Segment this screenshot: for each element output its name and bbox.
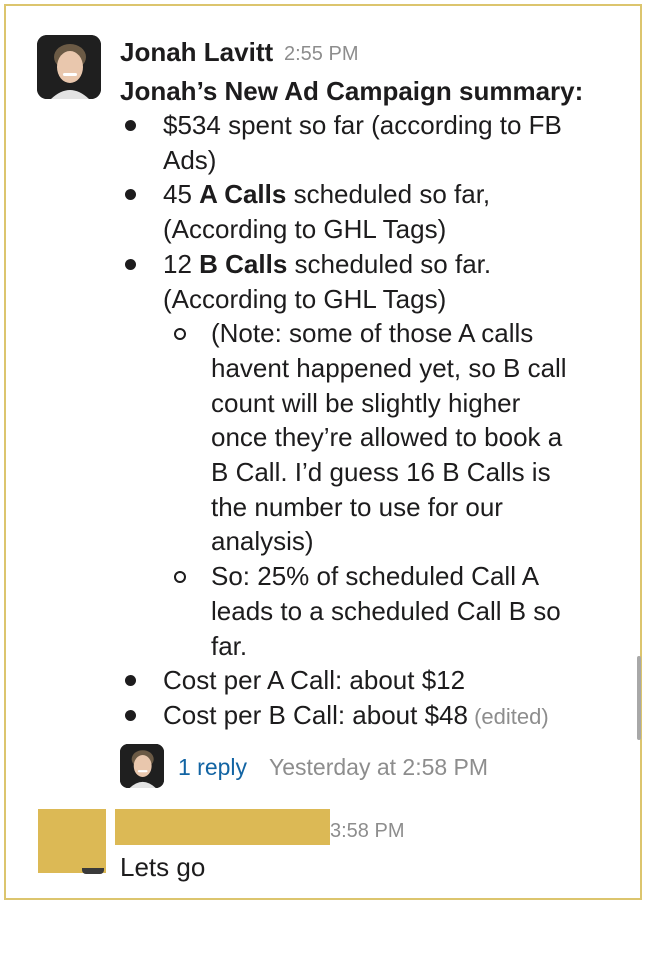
message-line: 12 B Calls scheduled so far. — [163, 247, 491, 282]
bullet-dot — [125, 189, 136, 201]
sub-bullet-line: B Call. I’d guess 16 B Calls is — [211, 457, 551, 487]
avatar-edge — [82, 868, 104, 874]
person-photo-icon — [120, 744, 164, 788]
sub-bullet-line: analysis) — [211, 526, 314, 557]
message-timestamp[interactable]: 2:55 PM — [284, 40, 358, 68]
message-title: Jonah’s New Ad Campaign summary: — [120, 76, 584, 106]
text-segment: scheduled so far. — [287, 248, 492, 279]
sub-bullet-line: (Note: some of those A calls — [211, 318, 534, 349]
text-segment: $534 spent so far (according to FB — [163, 110, 562, 140]
sub-bullet-line: havent happened yet, so B call — [211, 352, 567, 383]
message-line: Cost per A Call: about $12 — [163, 663, 465, 698]
text-segment: Cost per A Call: about $12 — [163, 665, 466, 696]
sub-bullet-line: count will be slightly higher — [211, 387, 521, 418]
text-segment: (According to GHL Tags) — [163, 214, 447, 245]
second-message-timestamp[interactable]: 3:58 PM — [330, 817, 404, 845]
edited-label: (edited) — [467, 703, 549, 729]
message-line: Cost per B Call: about $48 (edited) — [163, 698, 549, 735]
bold-text: B Calls — [199, 248, 288, 279]
sender-avatar[interactable] — [37, 35, 101, 99]
person-photo-icon — [37, 35, 101, 99]
redacted-sender-name — [115, 809, 330, 845]
thread-last-reply-time: Yesterday at 2:58 PM — [269, 754, 489, 780]
redacted-avatar — [38, 809, 106, 873]
message-line: 45 A Calls scheduled so far, — [163, 177, 490, 212]
text-segment: (According to GHL Tags) — [163, 283, 447, 314]
bold-text: A Calls — [199, 179, 287, 210]
text-segment: Cost per B Call: about $48 — [163, 699, 468, 730]
bullet-dot — [125, 120, 136, 131]
text-segment: 45 — [163, 179, 200, 210]
sub-bullet-line: So: 25% of scheduled Call A — [211, 561, 540, 592]
text-segment: 12 — [163, 248, 200, 279]
sub-bullet-circle — [174, 328, 186, 341]
sub-bullet-circle — [174, 571, 186, 584]
scrollbar[interactable] — [637, 656, 641, 740]
message-line: Ads) — [163, 143, 216, 178]
message-panel: Jonah Lavitt 2:55 PM Jonah’s New Ad Camp… — [4, 4, 642, 900]
message-line: (According to GHL Tags) — [163, 212, 446, 247]
reply-avatar[interactable] — [120, 744, 164, 788]
sender-name[interactable]: Jonah Lavitt — [120, 34, 273, 70]
second-message-text: Lets go — [120, 852, 206, 882]
text-segment: Ads) — [163, 144, 217, 175]
bullet-dot — [125, 675, 136, 687]
bullet-dot — [125, 709, 136, 721]
bullet-dot — [125, 258, 136, 270]
text-segment: scheduled so far, — [286, 179, 491, 210]
message-line: $534 spent so far (according to FB — [163, 108, 562, 143]
sub-bullet-line: far. — [211, 630, 248, 661]
sub-bullet-line: leads to a scheduled Call B so — [211, 595, 561, 626]
sub-bullet-line: the number to use for our — [211, 491, 503, 522]
message-line: (According to GHL Tags) — [163, 282, 446, 317]
sub-bullet-line: once they’re allowed to book a — [211, 422, 563, 453]
thread-reply-link[interactable]: 1 reply — [178, 752, 247, 782]
